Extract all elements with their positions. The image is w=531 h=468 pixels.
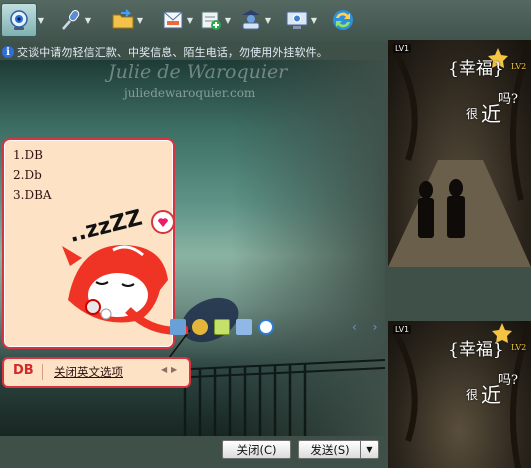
avatar-caption-very: 很 [466,388,479,402]
gift-icon[interactable] [214,319,230,335]
apps-button[interactable]: ▼ [198,4,232,36]
mail-send-icon [160,7,186,33]
level2-badge: LV2 [511,343,527,352]
divider [42,364,43,380]
avatar-caption-near: 近 [481,102,501,126]
contact-show-avatar[interactable]: LV1 LV2 {幸福} 吗? 很 近 [388,40,531,267]
app-switch-icon [330,7,356,33]
send-mail-button[interactable]: ▼ [160,4,194,36]
level-badge: LV1 [393,325,412,334]
file-transfer-button[interactable]: ▼ [110,4,144,36]
emoticon-icon[interactable] [192,319,208,335]
info-icon: i [2,46,14,58]
notice-text: 交谈中请勿轻信汇款、中奖信息、陌生电话，勿使用外挂软件。 [17,46,328,59]
chevron-down-icon[interactable]: ▼ [224,13,232,27]
own-show-avatar[interactable]: LV1 LV2 {幸福} 吗? 很 近 [388,321,531,468]
chevron-down-icon[interactable]: ▼ [136,13,144,27]
music-icon[interactable] [258,319,274,335]
candidate-item[interactable]: 1.DB [13,148,43,162]
avatar-caption-happiness: {幸福} [448,59,504,79]
video-call-button[interactable]: ▼ [1,3,45,37]
chevron-down-icon[interactable]: ▼ [37,13,45,27]
app-switch-button[interactable] [330,4,356,36]
close-english-option-link[interactable]: 关闭英文选项 [54,364,123,380]
avatar-caption-very: 很 [466,107,479,121]
security-notice: i 交谈中请勿轻信汇款、中奖信息、陌生电话，勿使用外挂软件。 [0,44,328,60]
chevron-down-icon[interactable]: ▼ [264,13,272,27]
remote-assist-button[interactable]: ▼ [284,4,318,36]
send-button[interactable]: 发送(S) [298,440,361,459]
chevron-down-icon[interactable]: ▼ [186,13,194,27]
send-options-dropdown[interactable]: ▼ [360,440,379,459]
toolbar-scroll-arrows[interactable]: ‹ › [352,320,383,334]
level-badge: LV1 [393,44,412,53]
level2-badge: LV2 [511,62,527,71]
avatar-caption-near: 近 [481,383,501,407]
ime-composition: DB [13,363,34,378]
ime-next-page-button[interactable]: ▶ [171,365,177,374]
chat-toolbar: ▼ ▼ ▼ ▼ ▼ ▼ ▼ [0,0,531,42]
webcam-icon [1,3,37,37]
add-app-icon [198,7,224,33]
close-button[interactable]: 关闭(C) [222,440,291,459]
microphone-icon [58,7,84,33]
mascot-sleep-text: ..zzZZ [67,206,145,248]
ime-input-bar: DB 关闭英文选项 ◀ ▶ [2,357,191,388]
voice-call-button[interactable]: ▼ [58,4,92,36]
avatar-caption-happiness: {幸福} [448,340,504,360]
user-info-button[interactable]: ▼ [238,4,272,36]
remote-assist-icon [284,7,310,33]
font-icon[interactable] [170,319,186,335]
chevron-down-icon[interactable]: ▼ [84,13,92,27]
candidate-item[interactable]: 2.Db [13,168,42,182]
screenshot-icon[interactable] [236,319,252,335]
candidate-item[interactable]: 3.DBA [13,188,52,202]
chevron-down-icon[interactable]: ▼ [310,13,318,27]
folder-transfer-icon [110,7,136,33]
ime-prev-page-button[interactable]: ◀ [161,365,167,374]
input-toolbar [170,318,280,336]
user-card-icon [238,7,264,33]
